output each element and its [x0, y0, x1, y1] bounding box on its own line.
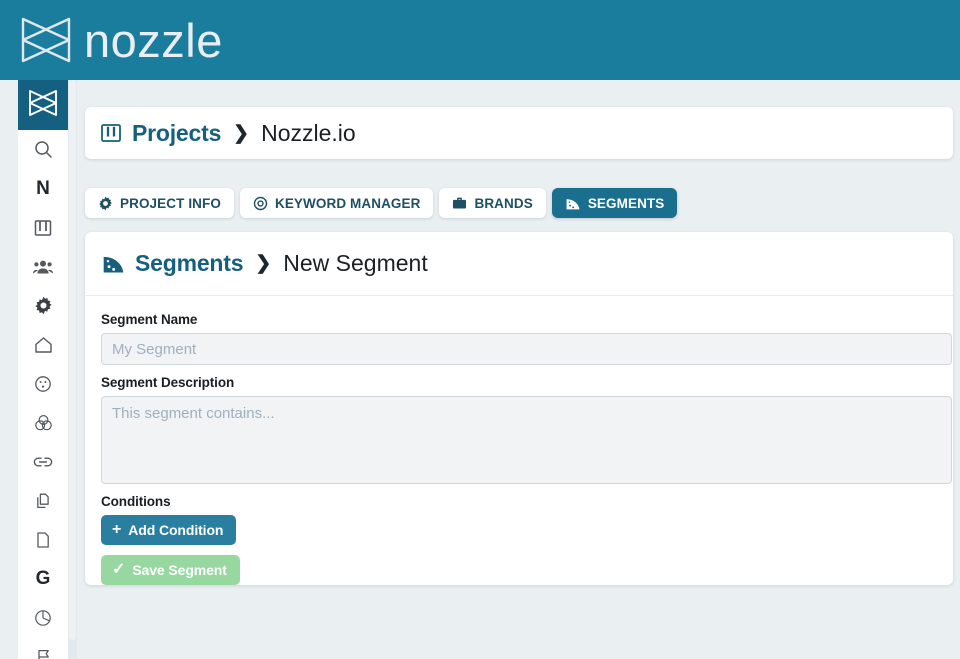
sidebar-item-flag[interactable]	[18, 637, 68, 659]
tab-keyword-manager[interactable]: KEYWORD MANAGER	[239, 188, 434, 218]
breadcrumb-link-projects[interactable]: Projects	[132, 120, 221, 147]
tab-label: BRANDS	[474, 195, 533, 211]
nozzle-bowtie-logo-icon	[18, 14, 74, 66]
pie-chart-icon	[34, 609, 52, 627]
sidebar-scrollbar-track[interactable]	[68, 80, 77, 659]
breadcrumb: Projects ❯ Nozzle.io	[85, 107, 953, 159]
sidebar-item-links[interactable]	[18, 442, 68, 481]
segment-name-input[interactable]: My Segment	[101, 333, 952, 365]
sidebar-item-document[interactable]	[18, 520, 68, 559]
gear-icon	[34, 296, 53, 315]
segments-panel: Segments ❯ New Segment Segment Name My S…	[85, 232, 953, 585]
add-condition-label: Add Condition	[128, 522, 224, 538]
tab-segments[interactable]: SEGMENTS	[551, 188, 678, 218]
nozzle-bowtie-logo-icon	[27, 88, 59, 123]
sidebar-item-pie-chart[interactable]	[18, 598, 68, 637]
sidebar-item-projects[interactable]	[18, 208, 68, 247]
sidebar-item-copy[interactable]	[18, 481, 68, 520]
sidebar-scrollbar-thumb[interactable]	[69, 80, 76, 640]
page-body: N G Projects ❯ Nozzle.io PROJECT INFO KE…	[0, 80, 960, 659]
home-icon	[34, 336, 53, 354]
document-page-icon	[35, 531, 51, 549]
tab-project-info[interactable]: PROJECT INFO	[85, 188, 234, 218]
breadcrumb-current-project: Nozzle.io	[261, 119, 356, 146]
segment-description-label: Segment Description	[101, 375, 235, 390]
google-g-icon: G	[35, 568, 51, 589]
main-content: Projects ❯ Nozzle.io PROJECT INFO KEYWOR…	[77, 80, 960, 659]
panel-header: Segments ❯ New Segment	[85, 232, 953, 296]
copy-pages-icon	[34, 492, 52, 510]
check-icon: ✓	[112, 561, 126, 578]
sidebar-item-venn[interactable]	[18, 403, 68, 442]
panel-title-segments[interactable]: Segments	[135, 250, 244, 277]
venn-circles-icon	[34, 414, 53, 432]
sidebar-item-people[interactable]	[18, 247, 68, 286]
segment-form: Segment Name My Segment Segment Descript…	[85, 296, 953, 585]
target-icon	[253, 196, 268, 211]
project-tabs: PROJECT INFO KEYWORD MANAGER BRANDS SEGM…	[85, 188, 678, 218]
sidebar-item-google[interactable]: G	[18, 559, 68, 598]
save-segment-label: Save Segment	[132, 562, 227, 578]
sidebar-logo[interactable]	[18, 80, 68, 130]
tab-label: KEYWORD MANAGER	[274, 195, 421, 211]
projects-board-icon	[100, 122, 122, 144]
segment-description-textarea[interactable]: This segment contains...	[101, 396, 952, 484]
sidebar-rail: N G	[18, 80, 68, 659]
plus-icon: +	[112, 521, 122, 538]
tab-brands[interactable]: BRANDS	[439, 188, 546, 218]
tab-label: PROJECT INFO	[120, 195, 221, 211]
flag-icon	[35, 648, 52, 659]
brand-name: nozzle	[84, 13, 223, 67]
people-group-icon	[33, 259, 53, 275]
sidebar-item-nozzle-n[interactable]: N	[18, 169, 68, 208]
app-root: nozzle N G Projects ❯ Nozzle.io PROJECT …	[0, 0, 960, 659]
link-chain-icon	[33, 456, 53, 468]
segments-wedge-icon	[101, 252, 126, 275]
segment-name-label: Segment Name	[101, 312, 198, 327]
gear-icon	[98, 196, 113, 211]
breadcrumb-separator-icon: ❯	[233, 122, 250, 144]
projects-board-icon	[34, 219, 52, 237]
sidebar-item-face[interactable]	[18, 364, 68, 403]
top-brand-bar: nozzle	[0, 0, 960, 80]
smiley-face-icon	[34, 375, 52, 393]
save-segment-button[interactable]: ✓ Save Segment	[101, 555, 240, 585]
sidebar-item-search[interactable]	[18, 130, 68, 169]
add-condition-button[interactable]: + Add Condition	[101, 515, 237, 545]
search-icon	[34, 140, 53, 159]
briefcase-icon	[452, 196, 467, 210]
letter-n-icon: N	[36, 178, 50, 199]
panel-separator-icon: ❯	[255, 253, 272, 274]
tab-label: SEGMENTS	[587, 195, 665, 211]
sidebar-item-settings[interactable]	[18, 286, 68, 325]
conditions-label: Conditions	[101, 494, 171, 509]
sidebar-item-home[interactable]	[18, 325, 68, 364]
panel-subtitle-new-segment: New Segment	[283, 250, 428, 276]
segments-wedge-icon	[565, 196, 581, 211]
